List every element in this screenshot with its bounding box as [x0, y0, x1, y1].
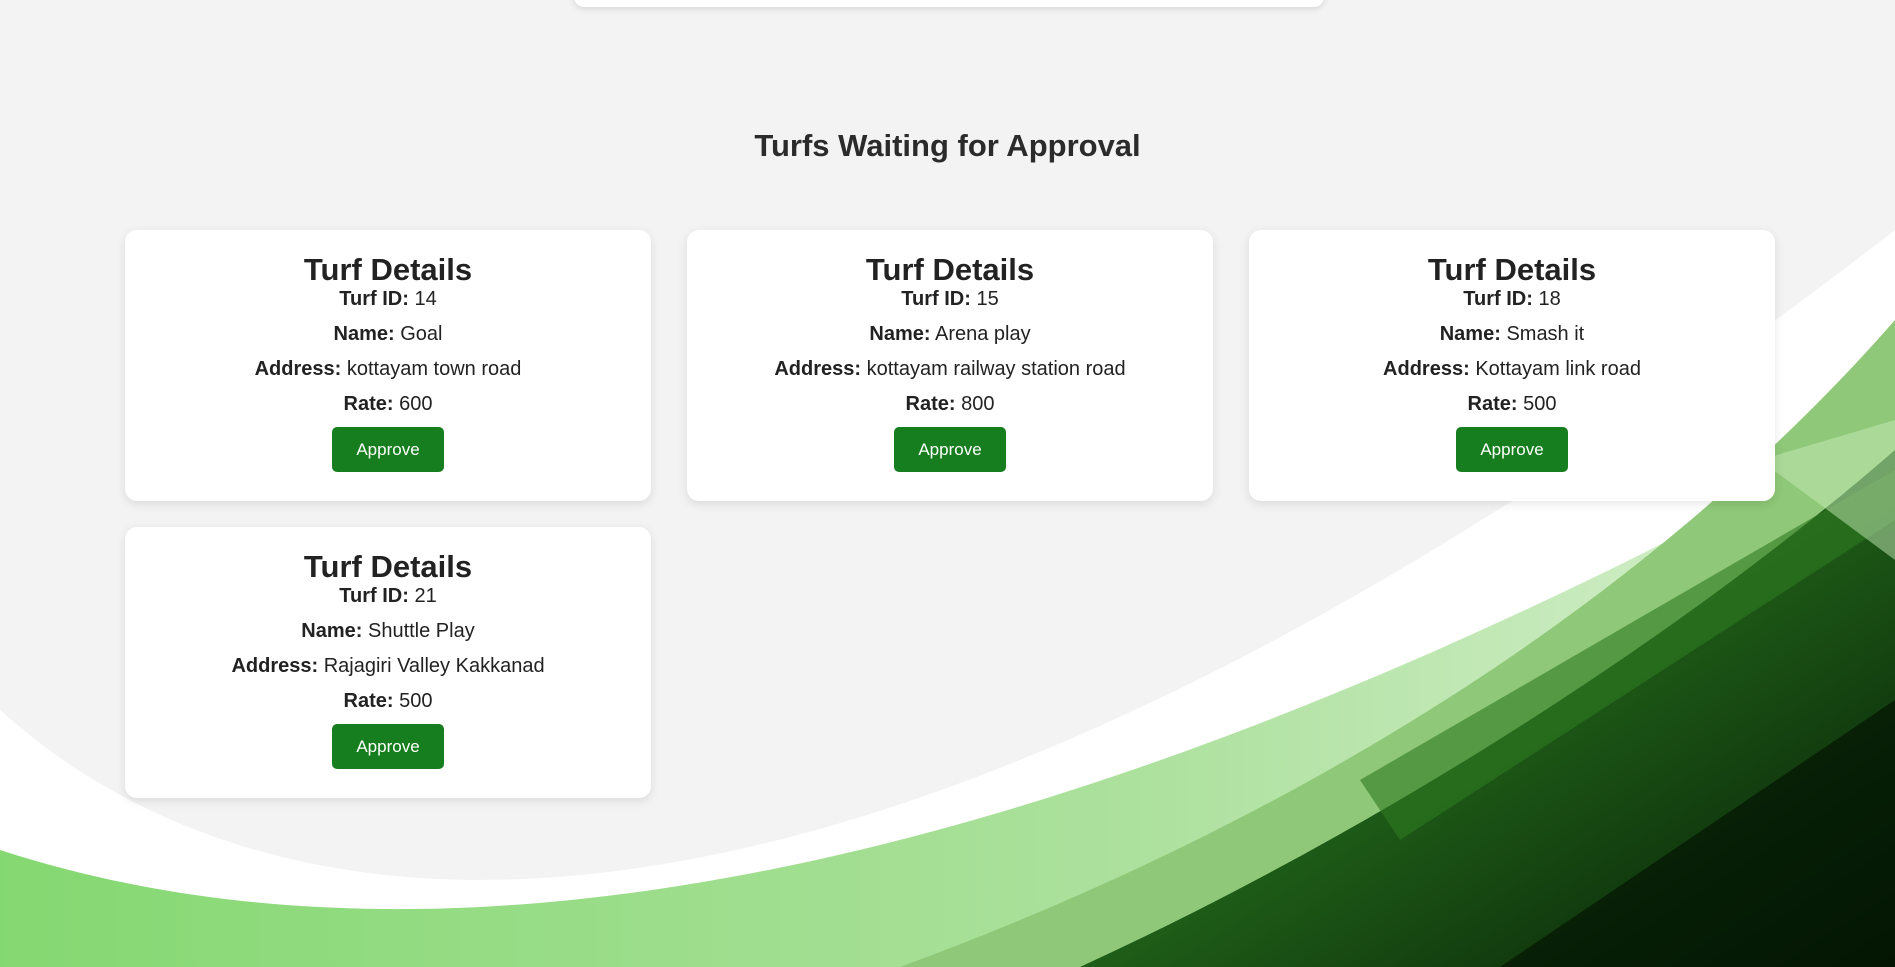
- turf-rate-label: Rate:: [1467, 393, 1518, 415]
- turf-address-value: Kottayam link road: [1475, 358, 1641, 380]
- top-panel: [574, 0, 1324, 7]
- turf-card: Turf Details Turf ID: 15 Name: Arena pla…: [687, 230, 1213, 501]
- approve-button[interactable]: Approve: [1456, 427, 1568, 472]
- card-title: Turf Details: [1427, 252, 1597, 287]
- turf-rate-label: Rate:: [905, 393, 956, 415]
- turf-name-label: Name:: [301, 620, 363, 642]
- turf-card: Turf Details Turf ID: 14 Name: Goal Addr…: [125, 230, 651, 501]
- turf-id-value: 18: [1538, 288, 1561, 310]
- turf-name-label: Name:: [333, 323, 395, 345]
- turf-card: Turf Details Turf ID: 18 Name: Smash it …: [1249, 230, 1775, 501]
- card-title: Turf Details: [303, 252, 473, 287]
- turf-address-label: Address:: [254, 358, 342, 380]
- turf-id-row: Turf ID: 15: [687, 287, 1213, 311]
- turf-rate-value: 600: [399, 393, 433, 415]
- turf-rate-row: Rate: 500: [1249, 392, 1775, 416]
- turf-card-grid: Turf Details Turf ID: 14 Name: Goal Addr…: [125, 230, 1775, 798]
- turf-address-row: Address: Rajagiri Valley Kakkanad: [125, 654, 651, 678]
- turf-address-value: kottayam railway station road: [866, 358, 1126, 380]
- turf-id-label: Turf ID:: [901, 288, 971, 310]
- approve-button[interactable]: Approve: [332, 427, 444, 472]
- section-title: Turfs Waiting for Approval: [754, 128, 1141, 163]
- turf-id-value: 21: [414, 585, 437, 607]
- turf-id-value: 14: [414, 288, 437, 310]
- turf-address-value: kottayam town road: [346, 358, 522, 380]
- turf-rate-row: Rate: 800: [687, 392, 1213, 416]
- approve-button[interactable]: Approve: [894, 427, 1006, 472]
- turf-name-row: Name: Shuttle Play: [125, 619, 651, 643]
- turf-rate-label: Rate:: [343, 690, 394, 712]
- turf-id-label: Turf ID:: [1463, 288, 1533, 310]
- turf-rate-value: 500: [399, 690, 433, 712]
- turf-id-label: Turf ID:: [339, 288, 409, 310]
- turf-address-label: Address:: [1383, 358, 1470, 380]
- turf-address-label: Address:: [774, 358, 862, 380]
- card-title: Turf Details: [865, 252, 1035, 287]
- turf-card: Turf Details Turf ID: 21 Name: Shuttle P…: [125, 527, 651, 798]
- turf-address-row: Address: Kottayam link road: [1249, 357, 1775, 381]
- turf-id-row: Turf ID: 18: [1249, 287, 1775, 311]
- turf-address-value: Rajagiri Valley Kakkanad: [323, 655, 545, 677]
- turf-name-label: Name:: [1439, 323, 1501, 345]
- turf-address-row: Address: kottayam town road: [125, 357, 651, 381]
- turf-name-value: Shuttle Play: [367, 620, 475, 642]
- turf-address-label: Address:: [231, 655, 319, 677]
- turf-id-row: Turf ID: 14: [125, 287, 651, 311]
- turf-name-label: Name:: [869, 323, 931, 345]
- turf-id-row: Turf ID: 21: [125, 584, 651, 608]
- turf-name-row: Name: Arena play: [687, 322, 1213, 346]
- turf-rate-row: Rate: 500: [125, 689, 651, 713]
- turf-rate-label: Rate:: [343, 393, 394, 415]
- approve-button[interactable]: Approve: [332, 724, 444, 769]
- turf-address-row: Address: kottayam railway station road: [687, 357, 1213, 381]
- turf-name-value: Smash it: [1506, 323, 1585, 345]
- turf-id-value: 15: [976, 288, 999, 310]
- card-title: Turf Details: [303, 549, 473, 584]
- turf-rate-value: 500: [1523, 393, 1557, 415]
- turf-rate-row: Rate: 600: [125, 392, 651, 416]
- turf-name-row: Name: Goal: [125, 322, 651, 346]
- turf-rate-value: 800: [961, 393, 995, 415]
- turf-id-label: Turf ID:: [339, 585, 409, 607]
- turf-name-value: Arena play: [934, 323, 1031, 345]
- turf-name-row: Name: Smash it: [1249, 322, 1775, 346]
- turf-name-value: Goal: [400, 323, 443, 345]
